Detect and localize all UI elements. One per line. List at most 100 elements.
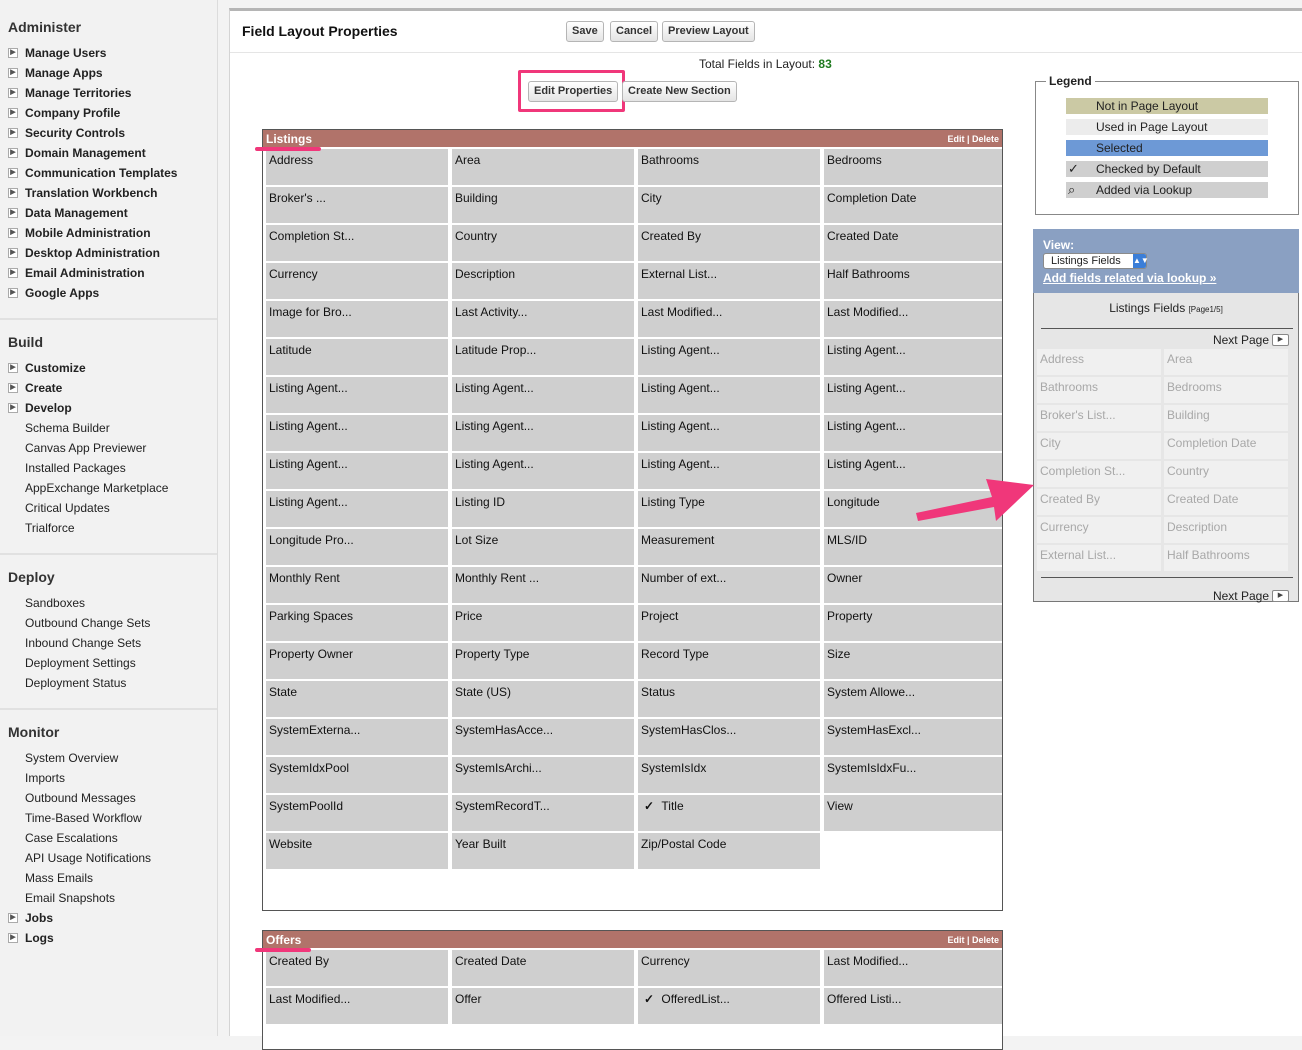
sidebar-item-customize[interactable]: ▶ Customize xyxy=(0,358,217,378)
layout-field[interactable]: Created By xyxy=(266,950,448,986)
preview-layout-button[interactable]: Preview Layout xyxy=(662,21,755,42)
layout-field[interactable]: Longitude Pro... xyxy=(266,529,448,565)
layout-field[interactable]: Half Bathrooms xyxy=(824,263,1002,299)
layout-field[interactable]: Listing Agent... xyxy=(266,491,448,527)
layout-field[interactable]: Image for Bro... xyxy=(266,301,448,337)
sidebar-item-system-overview[interactable]: System Overview xyxy=(0,748,217,768)
sidebar-item-canvas-app-previewer[interactable]: Canvas App Previewer xyxy=(0,438,217,458)
layout-field[interactable]: Listing Agent... xyxy=(824,415,1002,451)
layout-field[interactable]: Parking Spaces xyxy=(266,605,448,641)
palette-field[interactable]: Bedrooms xyxy=(1164,377,1288,403)
section-edit-delete-links[interactable]: Edit | Delete xyxy=(947,134,999,144)
layout-field[interactable]: MLS/ID xyxy=(824,529,1002,565)
sidebar-item-company-profile[interactable]: ▶ Company Profile xyxy=(0,103,217,123)
layout-field[interactable]: Description xyxy=(452,263,634,299)
layout-field[interactable]: State (US) xyxy=(452,681,634,717)
add-fields-via-lookup-link[interactable]: Add fields related via lookup » xyxy=(1043,271,1216,285)
layout-field[interactable]: Created Date xyxy=(452,950,634,986)
sidebar-item-case-escalations[interactable]: Case Escalations xyxy=(0,828,217,848)
layout-field[interactable]: Completion St... xyxy=(266,225,448,261)
layout-field[interactable]: Listing Type xyxy=(638,491,820,527)
expand-icon[interactable]: ▶ xyxy=(8,933,18,943)
layout-field[interactable]: Year Built xyxy=(452,833,634,869)
layout-field[interactable]: Bathrooms xyxy=(638,149,820,185)
palette-field[interactable]: Area xyxy=(1164,349,1288,375)
expand-icon[interactable]: ▶ xyxy=(8,383,18,393)
palette-field[interactable]: External List... xyxy=(1037,545,1161,571)
section-header[interactable]: Offers Edit | Delete xyxy=(263,931,1002,948)
layout-field[interactable]: SystemHasExcl... xyxy=(824,719,1002,755)
layout-field[interactable]: Size xyxy=(824,643,1002,679)
layout-field[interactable]: Currency xyxy=(638,950,820,986)
sidebar-item-deployment-settings[interactable]: Deployment Settings xyxy=(0,653,217,673)
layout-field[interactable]: Building xyxy=(452,187,634,223)
layout-field[interactable]: SystemExterna... xyxy=(266,719,448,755)
palette-field[interactable]: Description xyxy=(1164,517,1288,543)
layout-field[interactable]: Last Modified... xyxy=(266,988,448,1024)
layout-field[interactable]: View xyxy=(824,795,1002,831)
layout-field[interactable]: Last Activity... xyxy=(452,301,634,337)
expand-icon[interactable]: ▶ xyxy=(8,248,18,258)
sidebar-item-imports[interactable]: Imports xyxy=(0,768,217,788)
layout-field[interactable]: Last Modified... xyxy=(824,950,1002,986)
sidebar-item-desktop-administration[interactable]: ▶ Desktop Administration xyxy=(0,243,217,263)
layout-field[interactable]: ✓ OfferedList... xyxy=(638,988,820,1024)
layout-field[interactable]: SystemIdxPool xyxy=(266,757,448,793)
layout-field[interactable]: Created By xyxy=(638,225,820,261)
layout-field[interactable]: Property Owner xyxy=(266,643,448,679)
sidebar-item-manage-territories[interactable]: ▶ Manage Territories xyxy=(0,83,217,103)
expand-icon[interactable]: ▶ xyxy=(8,108,18,118)
edit-properties-button[interactable]: Edit Properties xyxy=(528,81,619,102)
palette-field[interactable]: Completion St... xyxy=(1037,461,1161,487)
layout-field[interactable]: Website xyxy=(266,833,448,869)
palette-field[interactable]: Created Date xyxy=(1164,489,1288,515)
palette-field[interactable]: Broker's List... xyxy=(1037,405,1161,431)
expand-icon[interactable]: ▶ xyxy=(8,168,18,178)
palette-field[interactable]: Address xyxy=(1037,349,1161,375)
expand-icon[interactable]: ▶ xyxy=(8,148,18,158)
layout-field[interactable]: SystemIsIdxFu... xyxy=(824,757,1002,793)
sidebar-item-develop[interactable]: ▶ Develop xyxy=(0,398,217,418)
sidebar-item-schema-builder[interactable]: Schema Builder xyxy=(0,418,217,438)
palette-field[interactable]: Bathrooms xyxy=(1037,377,1161,403)
layout-field[interactable]: External List... xyxy=(638,263,820,299)
expand-icon[interactable]: ▶ xyxy=(8,128,18,138)
layout-field[interactable]: State xyxy=(266,681,448,717)
layout-field[interactable]: ✓ Title xyxy=(638,795,820,831)
sidebar-item-deployment-status[interactable]: Deployment Status xyxy=(0,673,217,693)
expand-icon[interactable]: ▶ xyxy=(8,208,18,218)
layout-field[interactable]: Offered Listi... xyxy=(824,988,1002,1024)
layout-field[interactable]: Last Modified... xyxy=(824,301,1002,337)
palette-field[interactable]: Created By xyxy=(1037,489,1161,515)
layout-field[interactable]: SystemHasAcce... xyxy=(452,719,634,755)
sidebar-item-create[interactable]: ▶ Create xyxy=(0,378,217,398)
layout-field[interactable]: Status xyxy=(638,681,820,717)
sidebar-item-google-apps[interactable]: ▶ Google Apps xyxy=(0,283,217,303)
layout-field[interactable]: Currency xyxy=(266,263,448,299)
layout-field[interactable]: Listing Agent... xyxy=(824,377,1002,413)
layout-field[interactable]: Listing Agent... xyxy=(638,415,820,451)
layout-field[interactable]: Listing Agent... xyxy=(266,453,448,489)
save-button[interactable]: Save xyxy=(566,21,604,42)
layout-field[interactable]: Area xyxy=(452,149,634,185)
sidebar-item-manage-users[interactable]: ▶ Manage Users xyxy=(0,43,217,63)
layout-field[interactable]: Lot Size xyxy=(452,529,634,565)
expand-icon[interactable]: ▶ xyxy=(8,268,18,278)
layout-field[interactable]: Project xyxy=(638,605,820,641)
sidebar-item-sandboxes[interactable]: Sandboxes xyxy=(0,593,217,613)
layout-field[interactable]: Completion Date xyxy=(824,187,1002,223)
expand-icon[interactable]: ▶ xyxy=(8,403,18,413)
layout-field[interactable]: Listing Agent... xyxy=(452,377,634,413)
sidebar-item-logs[interactable]: ▶ Logs xyxy=(0,928,217,948)
layout-field[interactable]: Created Date xyxy=(824,225,1002,261)
layout-field[interactable]: Property xyxy=(824,605,1002,641)
expand-icon[interactable]: ▶ xyxy=(8,188,18,198)
sidebar-item-api-usage-notifications[interactable]: API Usage Notifications xyxy=(0,848,217,868)
layout-field[interactable]: Property Type xyxy=(452,643,634,679)
expand-icon[interactable]: ▶ xyxy=(8,68,18,78)
sidebar-item-security-controls[interactable]: ▶ Security Controls xyxy=(0,123,217,143)
layout-field[interactable]: SystemIsArchi... xyxy=(452,757,634,793)
sidebar-item-email-administration[interactable]: ▶ Email Administration xyxy=(0,263,217,283)
layout-field[interactable]: Measurement xyxy=(638,529,820,565)
layout-field[interactable]: Latitude Prop... xyxy=(452,339,634,375)
